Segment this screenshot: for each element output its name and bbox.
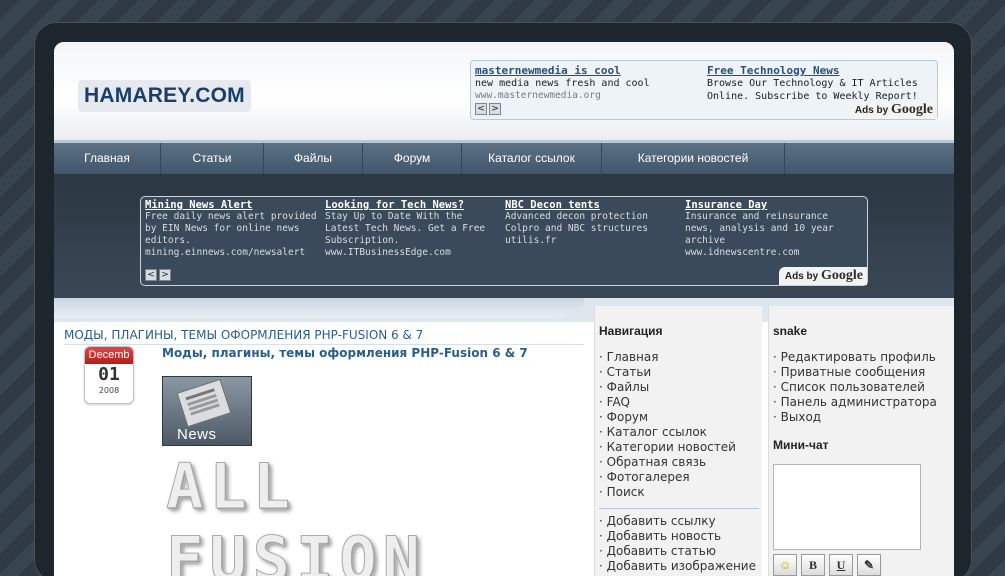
ad-prev-button[interactable]: <	[475, 103, 487, 115]
nav-link-submit-news[interactable]: · Добавить новость	[599, 529, 756, 544]
header-divider-curve	[54, 298, 584, 318]
nav-link-files[interactable]: · Файлы	[599, 380, 736, 395]
section-title: МОДЫ, ПЛАГИНЫ, ТЕМЫ ОФОРМЛЕНИЯ PHP-FUSIO…	[64, 328, 584, 345]
navigation-panel: Навигация · Главная · Статьи · Файлы · F…	[594, 306, 762, 576]
google-logo: Google	[821, 268, 863, 283]
post-year: 2008	[98, 386, 120, 395]
user-link-edit-profile[interactable]: · Редактировать профиль	[773, 350, 937, 365]
ad-prev-button[interactable]: <	[145, 269, 157, 281]
nav-link-links-catalog[interactable]: · Каталог ссылок	[599, 425, 736, 440]
site-logo[interactable]: HAMAREY.COM	[78, 80, 251, 112]
username-title: snake	[773, 324, 808, 338]
nav-item-links-catalog[interactable]: Каталог ссылок	[462, 143, 602, 174]
main-content: МОДЫ, ПЛАГИНЫ, ТЕМЫ ОФОРМЛЕНИЯ PHP-FUSIO…	[54, 322, 594, 576]
nav-link-photogallery[interactable]: · Фотогалерея	[599, 470, 736, 485]
nav-link-faq[interactable]: · FAQ	[599, 395, 736, 410]
user-link-admin-panel[interactable]: · Панель администратора	[773, 395, 937, 410]
ad-description: Insurance and reinsurance news, analysis…	[685, 211, 834, 246]
mid-ad-block: Mining News Alert Free daily news alert …	[140, 196, 868, 286]
ad-title-link[interactable]: Insurance Day	[685, 199, 861, 211]
bold-button[interactable]: B	[801, 554, 825, 576]
user-link-logout[interactable]: · Выход	[773, 410, 937, 425]
ad-unit: masternewmedia is cool new media news fr…	[475, 64, 699, 101]
ad-url[interactable]: www.masternewmedia.org	[475, 90, 699, 101]
ad-next-button[interactable]: >	[159, 269, 171, 281]
ad-unit: NBC Decon tents Advanced decon protectio…	[505, 199, 681, 246]
nav-link-articles[interactable]: · Статьи	[599, 365, 736, 380]
user-menu-list: · Редактировать профиль · Приватные сооб…	[773, 350, 937, 425]
navigation-list: · Главная · Статьи · Файлы · FAQ · Форум…	[599, 350, 736, 500]
user-link-members-list[interactable]: · Список пользователей	[773, 380, 937, 395]
user-panel: snake · Редактировать профиль · Приватны…	[768, 306, 954, 576]
shoutbox-toolbar: ☺ B U ✎	[773, 554, 881, 576]
ads-by-google-link[interactable]: Ads by Google	[778, 267, 867, 285]
nav-item-files[interactable]: Файлы	[264, 143, 363, 174]
ad-next-button[interactable]: >	[489, 103, 501, 115]
user-link-private-messages[interactable]: · Приватные сообщения	[773, 365, 937, 380]
news-image-label: News	[177, 426, 217, 443]
ad-title-link[interactable]: Mining News Alert	[145, 199, 321, 211]
ad-url[interactable]: mining.einnews.com/newsalert	[145, 247, 321, 258]
link-button[interactable]: ✎	[857, 554, 881, 576]
nav-link-home[interactable]: · Главная	[599, 350, 736, 365]
ads-by-google-link[interactable]: Ads by Google	[848, 101, 937, 119]
google-logo: Google	[891, 102, 933, 117]
top-ad-block: masternewmedia is cool new media news fr…	[470, 60, 938, 120]
nav-link-contact[interactable]: · Обратная связь	[599, 455, 736, 470]
post-day: 01	[98, 364, 120, 385]
shoutbox-message-input[interactable]	[773, 464, 921, 550]
nav-item-news-categories[interactable]: Категории новостей	[602, 143, 785, 174]
ad-description: Advanced decon protection Colpro and NBC…	[505, 211, 648, 234]
nav-item-home[interactable]: Главная	[54, 143, 161, 174]
ad-pager: < >	[475, 103, 501, 115]
ads-by-label: Ads by	[784, 271, 819, 282]
ad-unit: Free Technology News Browse Our Technolo…	[707, 64, 931, 103]
nav-link-forum[interactable]: · Форум	[599, 410, 736, 425]
all-fusion-banner: ALL FUSION	[166, 450, 426, 576]
ad-description: Browse Our Technology & IT Articles Onli…	[707, 78, 918, 102]
smiley-button[interactable]: ☺	[773, 554, 797, 576]
main-navbar: Главная Статьи Файлы Форум Каталог ссыло…	[54, 140, 954, 174]
ad-title-link[interactable]: NBC Decon tents	[505, 199, 681, 211]
nav-item-articles[interactable]: Статьи	[161, 143, 264, 174]
underline-button[interactable]: U	[829, 554, 853, 576]
site-header: HAMAREY.COM masternewmedia is cool new m…	[54, 42, 954, 140]
nav-link-submit-link[interactable]: · Добавить ссылку	[599, 514, 756, 529]
navigation-panel-title: Навигация	[599, 324, 663, 338]
ad-description: new media news fresh and cool	[475, 78, 650, 89]
ad-unit: Mining News Alert Free daily news alert …	[145, 199, 321, 258]
news-category-image[interactable]: News	[162, 376, 252, 446]
shoutbox-title: Мини-чат	[773, 438, 829, 452]
nav-link-search[interactable]: · Поиск	[599, 485, 736, 500]
nav-link-news-categories[interactable]: · Категории новостей	[599, 440, 736, 455]
post-date-calendar: Decemb 01 2008	[84, 346, 134, 404]
ad-title-link[interactable]: Free Technology News	[707, 64, 931, 77]
page-container: HAMAREY.COM masternewmedia is cool new m…	[54, 42, 954, 576]
ad-url[interactable]: utilis.fr	[505, 235, 681, 246]
post-month: Decemb	[85, 347, 133, 364]
ad-title-link[interactable]: Looking for Tech News?	[325, 199, 501, 211]
nav-link-submit-article[interactable]: · Добавить статью	[599, 544, 756, 559]
ad-unit: Looking for Tech News? Stay Up to Date W…	[325, 199, 501, 258]
ad-unit: Insurance Day Insurance and reinsurance …	[685, 199, 861, 258]
ads-by-label: Ads by	[854, 105, 889, 116]
submit-list: · Добавить ссылку · Добавить новость · Д…	[599, 514, 756, 574]
ad-description: Stay Up to Date With the Latest Tech New…	[325, 211, 486, 246]
ad-url[interactable]: www.idnewscentre.com	[685, 247, 861, 258]
ad-title-link[interactable]: masternewmedia is cool	[475, 64, 699, 77]
nav-link-submit-image[interactable]: · Добавить изображение	[599, 559, 756, 574]
nav-item-forum[interactable]: Форум	[363, 143, 462, 174]
post-title-link[interactable]: Моды, плагины, темы оформления PHP-Fusio…	[162, 346, 528, 360]
ad-url[interactable]: www.ITBusinessEdge.com	[325, 247, 501, 258]
newspaper-icon	[176, 378, 232, 428]
ad-description: Free daily news alert provided by EIN Ne…	[145, 211, 317, 246]
ad-pager: < >	[145, 269, 171, 281]
navigation-divider	[599, 508, 759, 509]
